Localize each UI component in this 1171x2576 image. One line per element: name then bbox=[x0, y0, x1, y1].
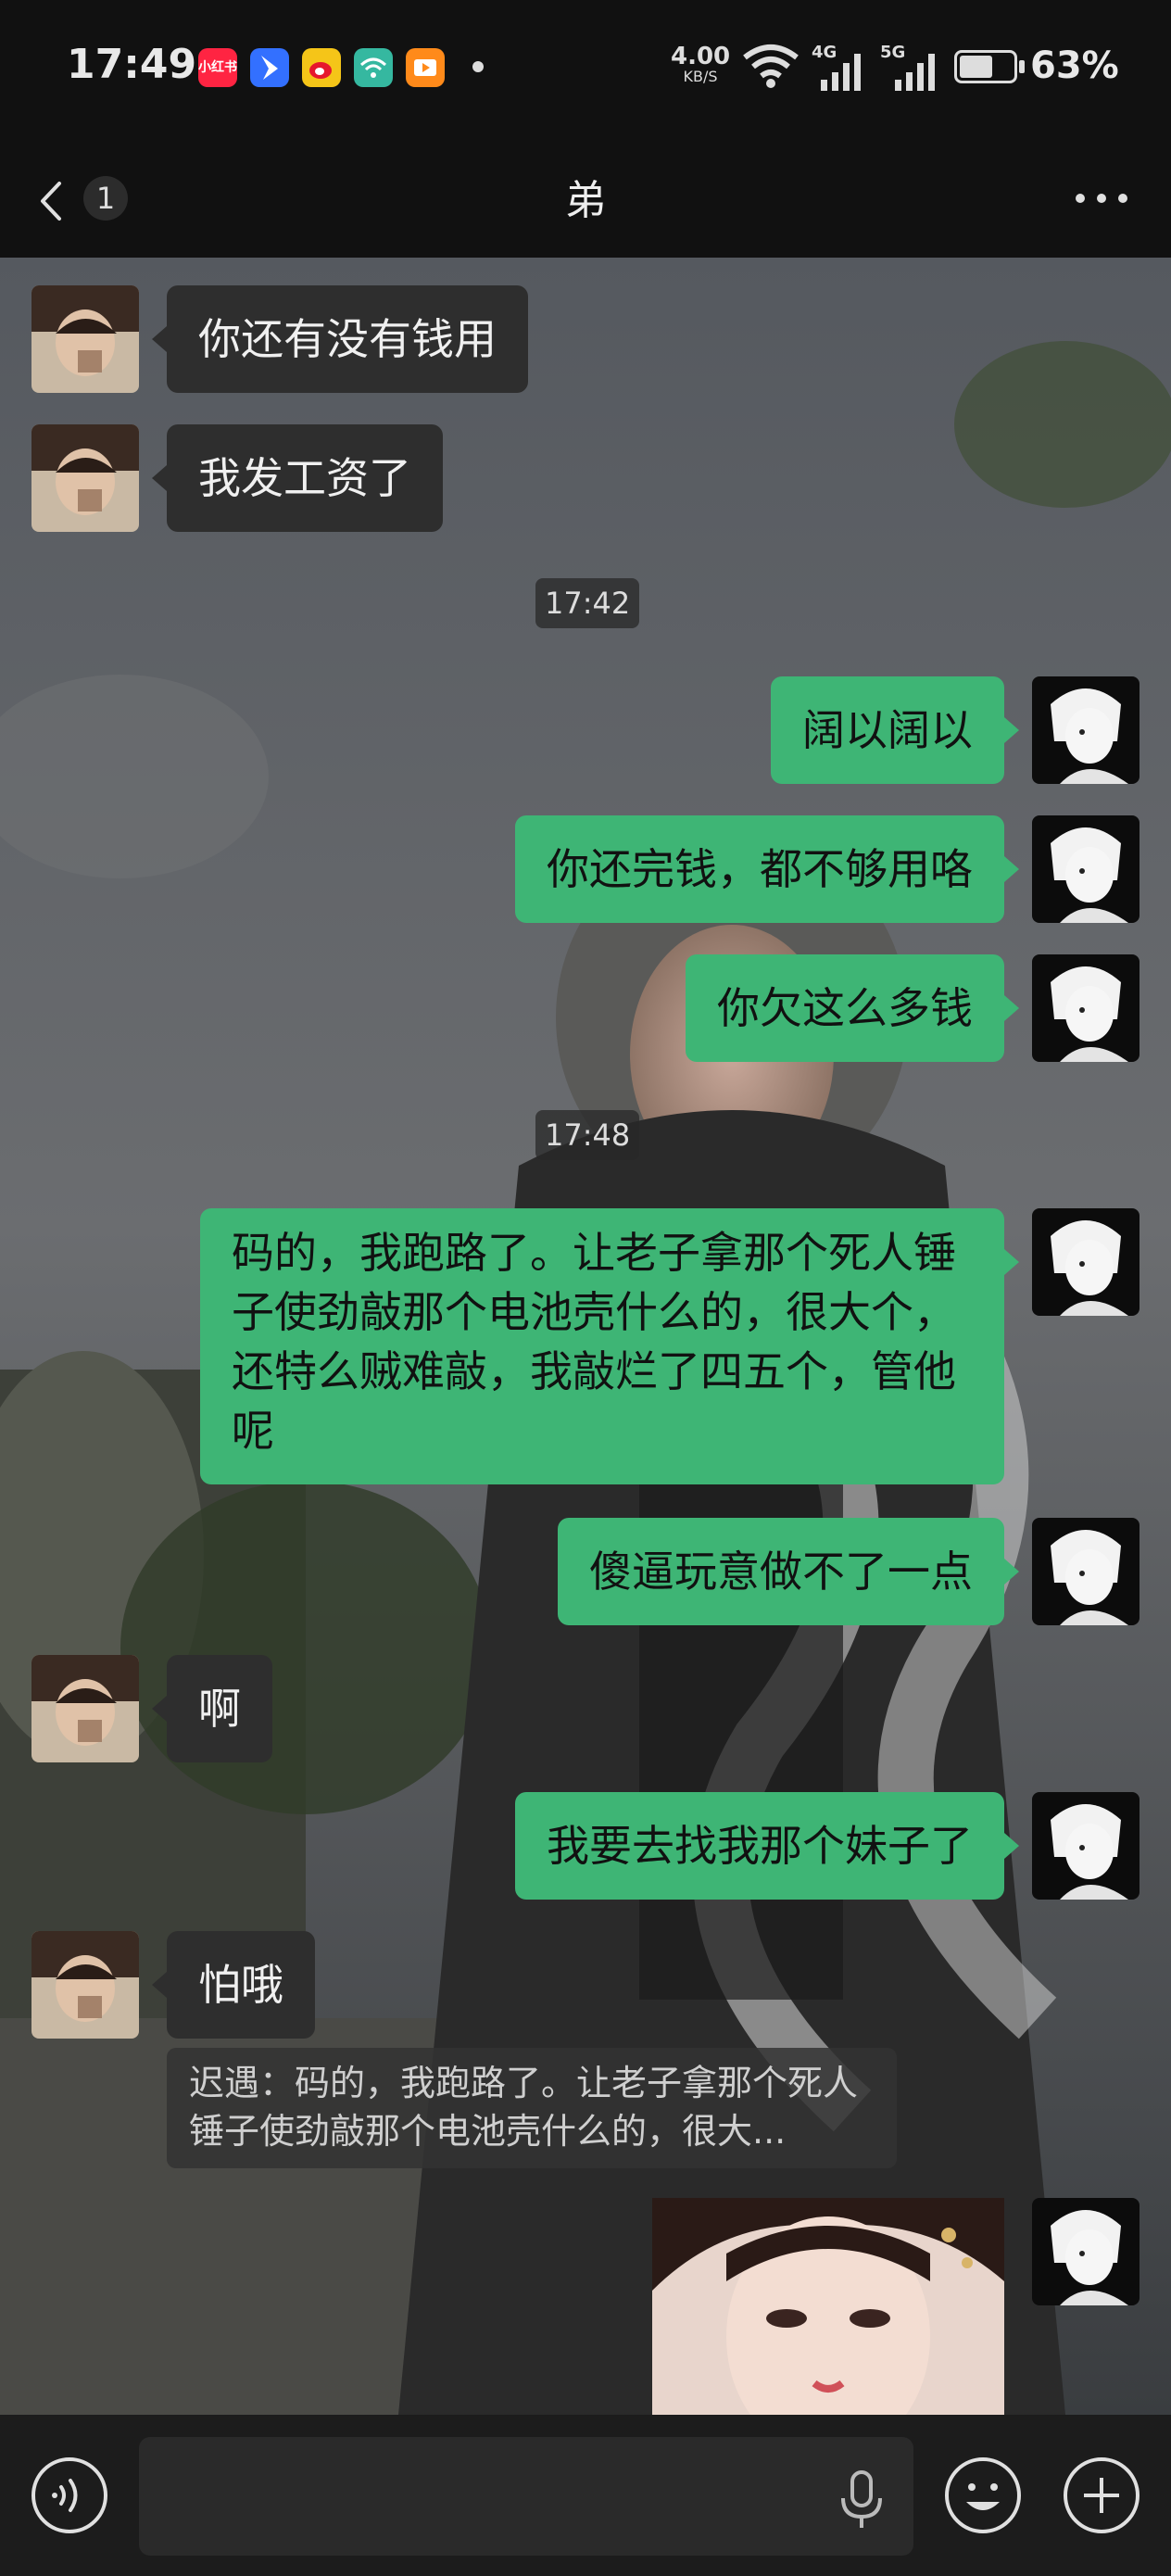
chat-messages-area[interactable]: 你还有没有钱用 我发工资了 17:42 阔以阔以 你还完钱，都不够用咯 你欠这么… bbox=[0, 258, 1171, 2415]
timestamp: 17:42 bbox=[535, 578, 640, 628]
message-bubble-incoming[interactable]: 啊 bbox=[167, 1655, 272, 1762]
message-bubble-outgoing[interactable]: 你欠这么多钱 bbox=[686, 954, 1004, 1062]
message-input[interactable] bbox=[139, 2437, 913, 2556]
battery-fill bbox=[960, 56, 992, 78]
input-bar bbox=[0, 2415, 1171, 2576]
my-avatar[interactable] bbox=[1032, 676, 1140, 784]
voice-wave-icon bbox=[31, 2457, 107, 2533]
message-bubble-outgoing[interactable]: 你还完钱，都不够用咯 bbox=[515, 815, 1004, 923]
emoji-button[interactable] bbox=[943, 2456, 1023, 2535]
notification-dot bbox=[472, 61, 484, 72]
quoted-message[interactable]: 迟遇：码的，我跑路了。让老子拿那个死人锤子使劲敲那个电池壳什么的，很大... bbox=[167, 2048, 897, 2168]
net-speed-value: 4.00 bbox=[671, 43, 731, 70]
net-speed-unit: KB/S bbox=[683, 68, 718, 85]
my-avatar[interactable] bbox=[1032, 1208, 1140, 1316]
more-options-button[interactable] bbox=[1069, 170, 1134, 226]
wifi-signal-icon bbox=[743, 44, 799, 88]
chat-title: 弟 bbox=[565, 177, 606, 224]
wifi-app-icon bbox=[354, 48, 393, 87]
voice-mode-button[interactable] bbox=[30, 2456, 109, 2535]
cell-signal-5g-icon: 5G bbox=[880, 43, 941, 91]
smiley-icon bbox=[945, 2457, 1021, 2533]
plus-icon bbox=[1064, 2457, 1140, 2533]
status-time: 17:49 bbox=[67, 41, 197, 88]
my-avatar[interactable] bbox=[1032, 1518, 1140, 1625]
my-avatar[interactable] bbox=[1032, 954, 1140, 1062]
message-bubble-outgoing[interactable]: 阔以阔以 bbox=[771, 676, 1004, 784]
more-actions-button[interactable] bbox=[1062, 2456, 1141, 2535]
more-dots-icon bbox=[1076, 194, 1127, 203]
message-bubble-outgoing[interactable]: 码的，我跑路了。让老子拿那个死人锤子使劲敲那个电池壳什么的，很大个，还特么贼难敲… bbox=[200, 1208, 1004, 1484]
my-avatar[interactable] bbox=[1032, 2198, 1140, 2305]
battery-percent: 63% bbox=[1030, 44, 1119, 87]
message-bubble-incoming[interactable]: 怕哦 bbox=[167, 1931, 315, 2039]
message-bubble-incoming[interactable]: 我发工资了 bbox=[167, 424, 443, 532]
feishu-app-icon bbox=[250, 48, 289, 87]
xiaohongshu-app-icon: 小红书 bbox=[198, 48, 237, 87]
my-avatar[interactable] bbox=[1032, 815, 1140, 923]
message-bubble-incoming[interactable]: 你还有没有钱用 bbox=[167, 285, 528, 393]
video-app-icon bbox=[406, 48, 445, 87]
status-bar: 17:49 小红书 4.00 KB/S 4G 5G 63% bbox=[0, 0, 1171, 139]
my-avatar[interactable] bbox=[1032, 1792, 1140, 1900]
contact-avatar[interactable] bbox=[31, 285, 139, 393]
chat-header: 1 弟 bbox=[0, 139, 1171, 258]
message-bubble-outgoing[interactable]: 傻逼玩意做不了一点 bbox=[558, 1518, 1004, 1625]
weibo-app-icon bbox=[302, 48, 341, 87]
message-bubble-outgoing[interactable]: 我要去找我那个妹子了 bbox=[515, 1792, 1004, 1900]
microphone-button[interactable] bbox=[834, 2469, 889, 2532]
battery-icon bbox=[954, 50, 1028, 87]
cell-signal-4g-icon: 4G bbox=[812, 43, 867, 91]
microphone-icon bbox=[841, 2470, 882, 2528]
contact-avatar[interactable] bbox=[31, 1931, 139, 2039]
contact-avatar[interactable] bbox=[31, 1655, 139, 1762]
image-message[interactable] bbox=[652, 2198, 1004, 2415]
net-speed: 4.00 KB/S bbox=[671, 44, 730, 85]
contact-avatar[interactable] bbox=[31, 424, 139, 532]
timestamp: 17:48 bbox=[535, 1110, 640, 1160]
